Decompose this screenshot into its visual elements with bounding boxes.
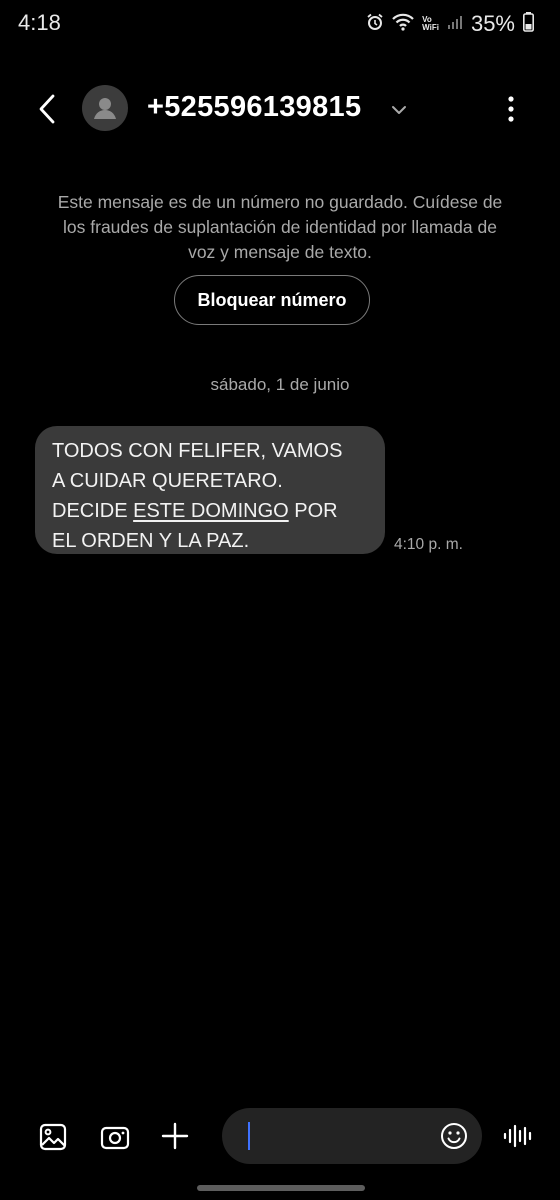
attach-more-button[interactable] [158, 1119, 192, 1153]
person-icon [94, 98, 116, 119]
text-cursor [248, 1122, 250, 1150]
emoji-button[interactable] [438, 1120, 470, 1152]
status-icons: Vo WiFi 35% [366, 11, 534, 37]
wifi-icon [392, 13, 414, 36]
chevron-left-icon [39, 94, 55, 124]
contact-number[interactable]: +525596139815 [147, 91, 361, 124]
emoji-icon [441, 1123, 467, 1149]
home-indicator[interactable] [197, 1185, 365, 1191]
plus-icon [161, 1122, 189, 1150]
message-input[interactable] [254, 1118, 438, 1156]
message-bubble[interactable]: TODOS CON FELIFER, VAMOS A CUIDAR QUERET… [35, 426, 385, 554]
waveform-icon [503, 1124, 532, 1148]
message-line: EL ORDEN Y LA PAZ. [52, 530, 250, 552]
unsaved-number-warning: Este mensaje es de un número no guardado… [57, 192, 503, 262]
more-vertical-icon [508, 96, 514, 122]
chevron-down-icon [392, 106, 406, 114]
date-link[interactable]: ESTE DOMINGO [133, 500, 289, 522]
back-button[interactable] [30, 92, 64, 126]
signal-icon [447, 14, 463, 35]
more-options-button[interactable] [496, 92, 526, 126]
volte-wifi-icon: Vo WiFi [422, 15, 439, 32]
message-line: DECIDE ESTE DOMINGO POR [52, 500, 338, 522]
camera-icon [100, 1126, 130, 1150]
date-separator: sábado, 1 de junio [210, 375, 350, 394]
gallery-button[interactable] [36, 1120, 70, 1154]
contact-dropdown-button[interactable] [388, 99, 410, 121]
message-line: TODOS CON FELIFER, VAMOS [52, 440, 343, 462]
voice-input-button[interactable] [501, 1119, 535, 1153]
block-number-button[interactable]: Bloquear número [174, 275, 370, 325]
camera-button[interactable] [98, 1120, 132, 1154]
status-time: 4:18 [18, 10, 61, 35]
image-icon [39, 1123, 67, 1151]
contact-avatar[interactable] [82, 85, 128, 131]
battery-level: 35% [470, 11, 515, 36]
message-timestamp: 4:10 p. m. [394, 536, 463, 553]
battery-icon [523, 11, 534, 37]
message-line: A CUIDAR QUERETARO. [52, 470, 283, 492]
alarm-icon [366, 13, 384, 36]
